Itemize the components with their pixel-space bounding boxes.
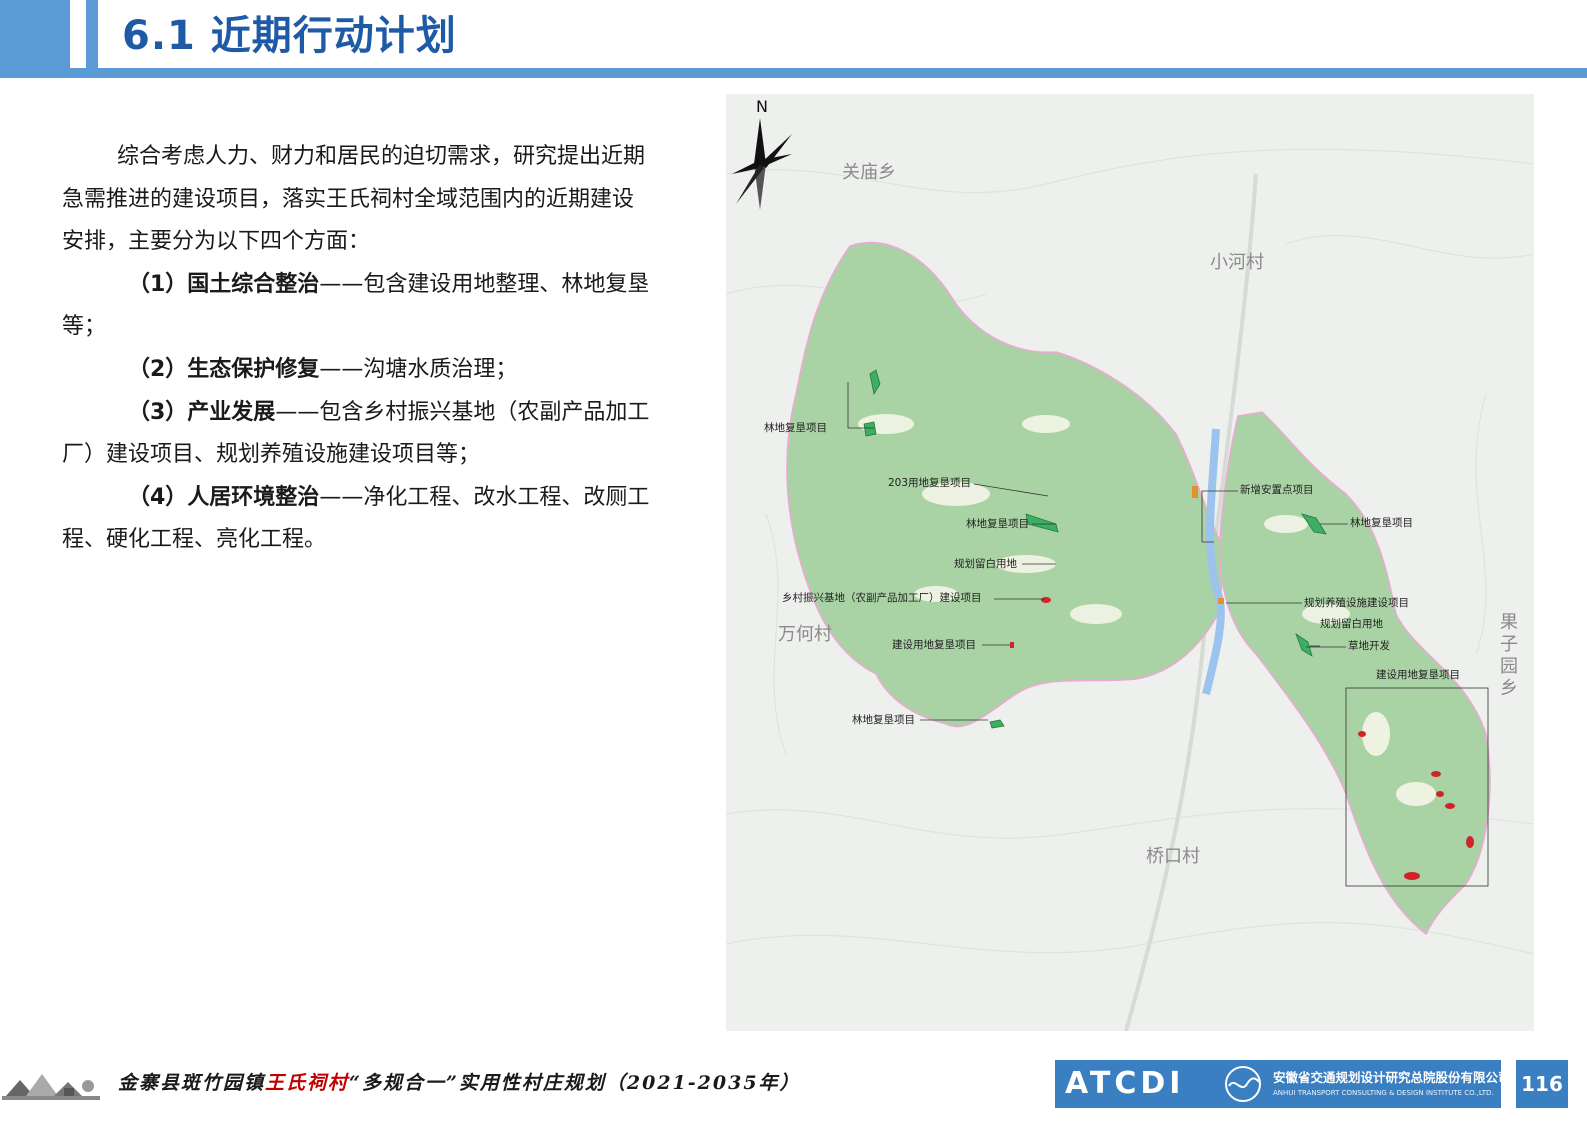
village-area-west bbox=[786, 241, 1227, 728]
planning-map: 关庙乡 小河村 万何村 桥口村 果子园乡 林地复垦项目 203用地复垦项目 林地… bbox=[726, 94, 1534, 1031]
plan-item-title: （4）人居环境整治 bbox=[128, 484, 320, 510]
footer-title-prefix: 金寨县斑竹园镇 bbox=[118, 1072, 266, 1094]
place-qiaokou: 桥口村 bbox=[1146, 846, 1200, 867]
plan-item-desc: ——沟塘水质治理； bbox=[319, 356, 518, 382]
label-land-203: 203用地复垦项目 bbox=[888, 477, 972, 489]
label-resettlement: 新增安置点项目 bbox=[1240, 484, 1314, 496]
label-breeding-facility: 规划养殖设施建设项目 bbox=[1304, 597, 1409, 609]
label-reserve-land: 规划留白用地 bbox=[954, 558, 1017, 570]
plan-item-2: （2）生态保护修复——沟塘水质治理； bbox=[62, 349, 652, 392]
label-forest-project: 林地复垦项目 bbox=[852, 714, 915, 726]
north-label: N bbox=[756, 97, 768, 116]
label-grassland: 草地开发 bbox=[1348, 640, 1390, 652]
label-forest-project: 林地复垦项目 bbox=[1350, 517, 1413, 529]
header-accent-bar bbox=[86, 0, 98, 68]
company-logo: ATCDI bbox=[1065, 1066, 1185, 1101]
plan-item-4: （4）人居环境整治——净化工程、改水工程、改厕工程、硬化工程、亮化工程。 bbox=[62, 477, 652, 562]
label-forest-project: 林地复垦项目 bbox=[966, 518, 1029, 530]
footer-project-title: 金寨县斑竹园镇王氏祠村“多规合一”实用性村庄规划（2021-2035年） bbox=[118, 1068, 801, 1098]
place-guanmiao: 关庙乡 bbox=[842, 162, 896, 183]
company-name-cn: 安徽省交通规划设计研究总院股份有限公司 bbox=[1273, 1070, 1501, 1085]
company-banner: ATCDI 安徽省交通规划设计研究总院股份有限公司 ANHUI TRANSPOR… bbox=[1055, 1060, 1501, 1108]
company-emblem-icon bbox=[1225, 1066, 1261, 1102]
label-construction-reclaim: 建设用地复垦项目 bbox=[1376, 669, 1460, 681]
company-name-en: ANHUI TRANSPORT CONSULTING & DESIGN INST… bbox=[1273, 1089, 1494, 1097]
footer-title-village: 王氏祠村 bbox=[265, 1072, 350, 1094]
body-text: 综合考虑人力、财力和居民的迫切需求，研究提出近期急需推进的建设项目，落实王氏祠村… bbox=[62, 136, 652, 562]
intro-paragraph: 综合考虑人力、财力和居民的迫切需求，研究提出近期急需推进的建设项目，落实王氏祠村… bbox=[62, 144, 646, 255]
header-accent-block bbox=[0, 0, 70, 68]
footer-title-suffix: “多规合一”实用性村庄规划（2021-2035年） bbox=[349, 1072, 801, 1094]
village-illustration-icon bbox=[2, 1074, 100, 1100]
page-number: 116 bbox=[1516, 1060, 1568, 1108]
place-guoziyuan: 果子园乡 bbox=[1500, 612, 1518, 699]
label-forest-project: 林地复垦项目 bbox=[764, 422, 827, 434]
plan-item-1: （1）国土综合整治——包含建设用地整理、林地复垦等； bbox=[62, 264, 652, 349]
place-wanhe: 万何村 bbox=[778, 624, 832, 645]
header-rule bbox=[0, 68, 1587, 78]
label-rural-base: 乡村振兴基地（农副产品加工厂）建设项目 bbox=[782, 592, 982, 604]
label-construction-reclaim: 建设用地复垦项目 bbox=[892, 639, 976, 651]
label-reserve-land: 规划留白用地 bbox=[1320, 618, 1383, 630]
plan-item-title: （1）国土综合整治 bbox=[128, 271, 320, 297]
plan-item-title: （2）生态保护修复 bbox=[128, 356, 320, 382]
place-xiaohe: 小河村 bbox=[1210, 252, 1264, 273]
page-title: 6.1 近期行动计划 bbox=[122, 13, 457, 59]
plan-item-3: （3）产业发展——包含乡村振兴基地（农副产品加工厂）建设项目、规划养殖设施建设项… bbox=[62, 392, 652, 477]
plan-item-title: （3）产业发展 bbox=[128, 399, 276, 425]
map-graphic bbox=[726, 148, 1534, 1031]
north-arrow-icon: N bbox=[732, 97, 792, 210]
